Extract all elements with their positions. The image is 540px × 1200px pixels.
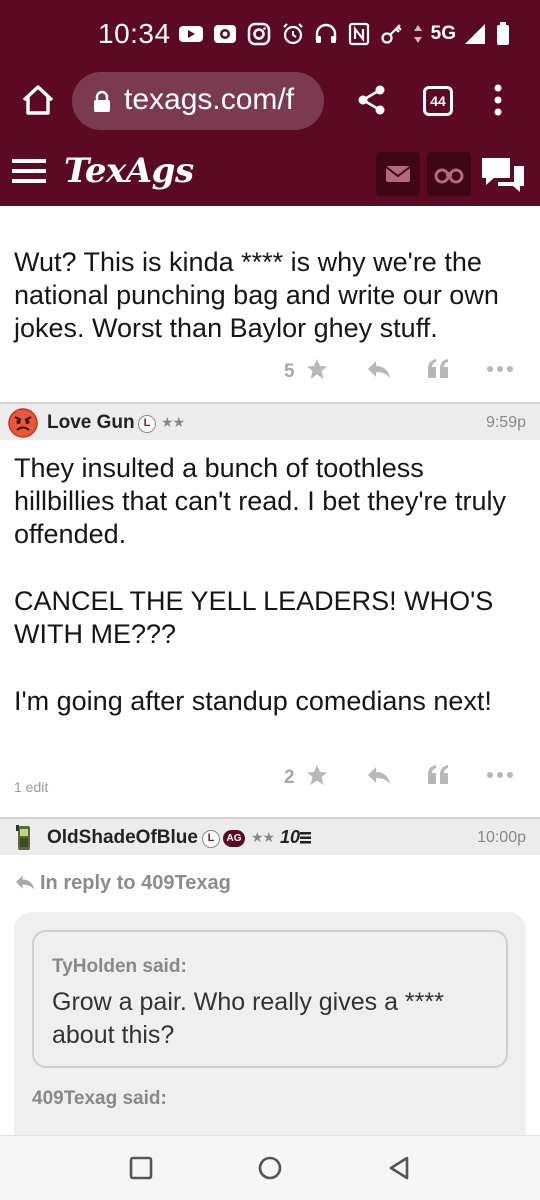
- rank-bars-icon: [300, 832, 311, 844]
- chat-icon[interactable]: [480, 154, 526, 194]
- lifetime-badge: L: [202, 830, 220, 848]
- post-paragraph: They insulted a bunch of toothless hillb…: [14, 453, 507, 549]
- site-logo[interactable]: TexAgs: [64, 151, 194, 191]
- lock-icon: [94, 90, 110, 112]
- binoculars-icon: [434, 168, 464, 184]
- reply-to-link[interactable]: In reply to 409Texag: [14, 872, 231, 895]
- post-time: 10:00p: [477, 829, 526, 846]
- more-icon[interactable]: [486, 358, 514, 380]
- back-icon[interactable]: [385, 1154, 413, 1182]
- browser-toolbar: texags.com/f 44: [0, 68, 540, 136]
- messages-button[interactable]: [376, 152, 420, 196]
- status-bar: 10:34 5G: [0, 0, 540, 68]
- post-actions: 2: [240, 764, 540, 794]
- share-icon[interactable]: [356, 84, 388, 116]
- reply-to-text: In reply to 409Texag: [40, 872, 231, 894]
- more-icon[interactable]: [486, 764, 514, 786]
- status-left-icons: [178, 22, 272, 46]
- user-stars: ★★: [161, 414, 185, 430]
- thread-content: Wut? This is kinda **** is why we're the…: [0, 206, 540, 1135]
- quote-icon[interactable]: [426, 764, 450, 786]
- reply-icon[interactable]: [366, 358, 392, 380]
- signal-icon: [465, 24, 485, 44]
- quote-author: TyHolden said:: [52, 956, 187, 977]
- post-body: Wut? This is kinda **** is why we're the…: [14, 247, 499, 343]
- status-right-icons: 5G: [280, 22, 510, 46]
- quote-icon[interactable]: [426, 358, 450, 380]
- reply-arrow-icon: [16, 875, 34, 890]
- user-stars: ★★: [251, 829, 275, 845]
- instagram-icon: [247, 22, 271, 46]
- lifetime-badge: L: [138, 415, 156, 433]
- post-header: Love Gun L ★★ 9:59p: [0, 402, 540, 440]
- ag-badge: AG: [223, 830, 245, 847]
- cellphone-icon: [16, 825, 30, 850]
- star-icon[interactable]: [306, 764, 328, 786]
- post-actions: 5: [240, 358, 540, 388]
- star-count: 5: [284, 361, 295, 382]
- battery-icon: [497, 22, 509, 45]
- hamburger-menu-icon[interactable]: [12, 156, 48, 186]
- quote-text: Grow a pair. Who really gives a **** abo…: [52, 988, 444, 1049]
- star-count: 2: [284, 767, 295, 788]
- post-time: 9:59p: [485, 414, 526, 431]
- network-type: 5G: [430, 23, 456, 44]
- headphones-icon: [315, 23, 336, 43]
- post-username[interactable]: OldShadeOfBlue: [47, 827, 198, 849]
- youtube-icon: [179, 26, 203, 42]
- recents-icon[interactable]: [127, 1154, 155, 1182]
- data-arrows-icon: [413, 25, 422, 43]
- post-header: OldShadeOfBlue L AG ★★ 10 10:00p: [0, 817, 540, 855]
- home-icon[interactable]: [18, 80, 58, 120]
- status-time: 10:34: [98, 18, 171, 49]
- android-nav-bar: [0, 1135, 540, 1200]
- quote-block: TyHolden said: Grow a pair. Who really g…: [14, 912, 526, 1135]
- nfc-icon: [348, 22, 369, 46]
- camera-app-icon: [214, 25, 236, 43]
- address-bar[interactable]: texags.com/f: [72, 72, 324, 130]
- tab-switcher-button[interactable]: 44: [423, 86, 453, 116]
- url-text: texags.com/f: [124, 83, 295, 116]
- post-paragraph: I'm going after standup comedians next!: [14, 686, 492, 716]
- star-icon[interactable]: [306, 358, 328, 380]
- reply-icon[interactable]: [366, 764, 392, 786]
- rank-badge: 10: [280, 827, 301, 847]
- mail-icon: [385, 166, 411, 182]
- post-paragraph: CANCEL THE YELL LEADERS! WHO'S WITH ME??…: [14, 586, 494, 649]
- site-header: TexAgs: [0, 136, 540, 206]
- angry-face-icon: [8, 408, 38, 438]
- home-nav-icon[interactable]: [256, 1154, 284, 1182]
- nested-quote: TyHolden said: Grow a pair. Who really g…: [32, 930, 508, 1068]
- key-icon: [381, 24, 402, 44]
- edit-note[interactable]: 1 edit: [14, 779, 48, 795]
- watchlist-button[interactable]: [427, 152, 471, 196]
- alarm-icon: [282, 23, 303, 45]
- post-username[interactable]: Love Gun: [47, 412, 135, 434]
- post-body: They insulted a bunch of toothless hillb…: [0, 452, 540, 718]
- quote-author: 409Texag said:: [32, 1088, 167, 1109]
- browser-menu-icon[interactable]: [490, 82, 506, 118]
